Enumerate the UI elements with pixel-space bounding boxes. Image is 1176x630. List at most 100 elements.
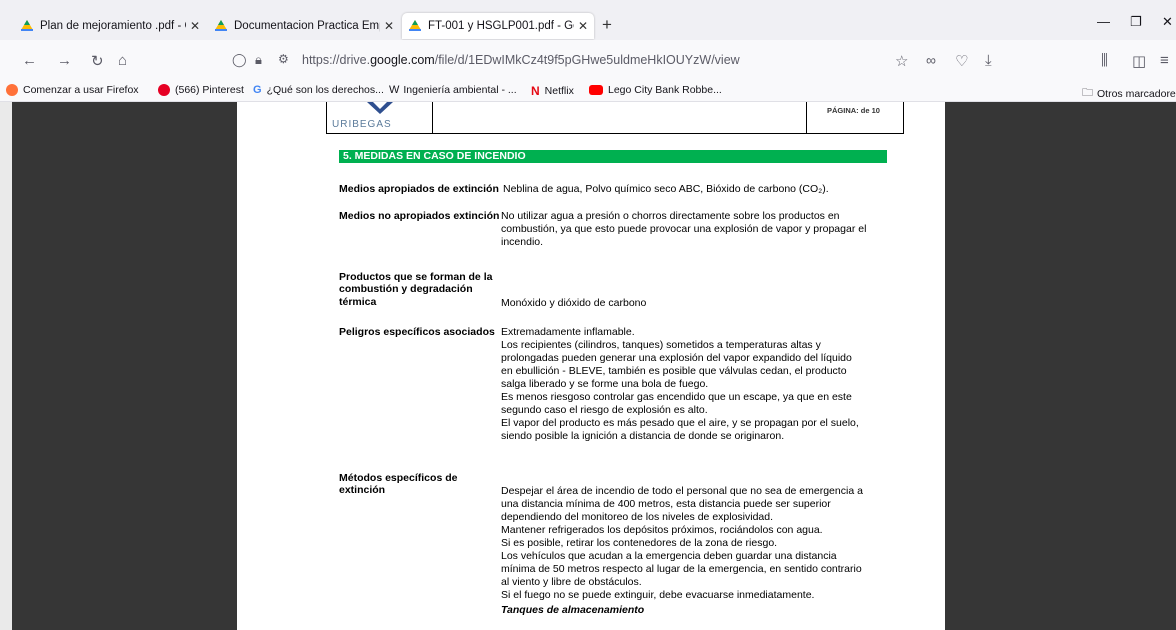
- home-icon[interactable]: ⌂: [118, 52, 127, 69]
- peligros-line-5: salga liberado y se forme una bola de fu…: [501, 378, 709, 390]
- tab-title: Plan de mejoramiento .pdf - Go: [40, 20, 186, 32]
- bookmark-firefox[interactable]: Comenzar a usar Firefox: [6, 84, 139, 96]
- metodos-line-2: una distancia mínima de 400 metros, esta…: [501, 498, 831, 510]
- section-title-bar: 5. MEDIDAS EN CASO DE INCENDIO: [339, 150, 887, 163]
- netflix-icon: N: [531, 84, 540, 98]
- firefox-icon: [6, 84, 18, 96]
- peligros-line-2: Los recipientes (cilindros, tanques) som…: [501, 339, 821, 351]
- shield-icon[interactable]: ◯: [232, 52, 247, 68]
- close-tab-icon[interactable]: ✕: [384, 19, 394, 33]
- lock-icon[interactable]: 🔒︎: [255, 52, 262, 68]
- library-icon[interactable]: ⫼: [1101, 52, 1108, 69]
- section-title: 5. MEDIDAS EN CASO DE INCENDIO: [343, 150, 526, 162]
- permissions-icon[interactable]: ⚙: [278, 52, 289, 66]
- medios-no-line-2: combustión, ya que esto puede provocar u…: [501, 223, 867, 235]
- bookmark-derechos[interactable]: G ¿Qué son los derechos...: [253, 84, 384, 96]
- medios-apropiados-value: Neblina de agua, Polvo químico seco ABC,…: [503, 183, 829, 195]
- peligros-line-4: en ebullición - BLEVE, también es posibl…: [501, 365, 847, 377]
- extension-icon[interactable]: ∞: [926, 52, 936, 68]
- sidebar-icon[interactable]: ◫: [1132, 52, 1146, 70]
- productos-label-line-1: Productos que se forman de la: [339, 271, 493, 283]
- logo-text: URIBEGAS: [332, 119, 392, 130]
- metodos-line-7: mínima de 50 metros respecto al lugar de…: [501, 563, 862, 575]
- new-tab-button[interactable]: +: [602, 15, 612, 35]
- medios-no-line-1: No utilizar agua a presión o chorros dir…: [501, 210, 840, 222]
- metodos-line-9: Si el fuego no se puede extinguir, debe …: [501, 589, 815, 601]
- close-tab-icon[interactable]: ✕: [578, 19, 588, 33]
- metodos-line-8: al viento y libre de obstáculos.: [501, 576, 642, 588]
- page-edge: [0, 102, 12, 630]
- peligros-line-8: El vapor del producto es más pesado que …: [501, 417, 859, 429]
- navigation-bar: ← → ↻ ⌂ ◯ 🔒︎ ⚙ https://drive.google.com/…: [0, 40, 1176, 80]
- productos-label-line-3: térmica: [339, 296, 377, 308]
- company-logo: URIBEGAS: [327, 102, 433, 133]
- close-tab-icon[interactable]: ✕: [190, 19, 200, 33]
- close-window-button[interactable]: ✕: [1162, 14, 1173, 30]
- page-number-label: PÁGINA: de 10: [827, 106, 880, 115]
- tab-ft-001-active[interactable]: FT-001 y HSGLP001.pdf - Googl ✕: [402, 13, 594, 39]
- reload-icon[interactable]: ↻: [91, 52, 104, 70]
- forward-arrow-icon[interactable]: →: [57, 52, 72, 69]
- tab-title: Documentacion Practica Empre: [234, 20, 380, 32]
- bookmark-lego-youtube[interactable]: Lego City Bank Robbe...: [589, 84, 722, 96]
- download-icon[interactable]: ⤓: [985, 52, 992, 69]
- wikipedia-icon: W: [389, 84, 400, 96]
- google-drive-icon: [21, 20, 33, 31]
- tab-documentacion-practica[interactable]: Documentacion Practica Empre ✕: [214, 13, 394, 39]
- productos-value: Monóxido y dióxido de carbono: [501, 297, 647, 309]
- tanques-subheading: Tanques de almacenamiento: [501, 604, 645, 616]
- url-domain: google.com: [370, 53, 435, 67]
- medios-no-line-3: incendio.: [501, 236, 544, 248]
- url-bar[interactable]: https://drive.google.com/file/d/1EDwIMkC…: [302, 53, 740, 67]
- bookmark-label: Lego City Bank Robbe...: [608, 84, 722, 96]
- bookmark-label: Ingeniería ambiental - ...: [403, 84, 517, 96]
- bookmark-star-icon[interactable]: ☆: [895, 52, 908, 70]
- metodos-line-3: dependiendo del monitoreo de los niveles…: [501, 511, 774, 523]
- minimize-button[interactable]: —: [1097, 14, 1110, 29]
- productos-label-line-2: combustión y degradación: [339, 283, 473, 295]
- bookmarks-bar: Comenzar a usar Firefox (566) Pinterest …: [0, 80, 1176, 102]
- url-path: /file/d/1EDwIMkCz4t9f5pGHwe5uldmeHkIOUYz…: [434, 53, 740, 67]
- google-icon: G: [253, 84, 262, 96]
- peligros-line-3: prolongadas pueden generar una explosión…: [501, 352, 852, 364]
- peligros-line-6: Es menos riesgoso controlar gas encendid…: [501, 391, 852, 403]
- google-drive-icon: [215, 20, 227, 31]
- medios-apropiados-label: Medios apropiados de extinción: [339, 183, 499, 195]
- logo-emblem-icon: [367, 102, 393, 114]
- youtube-icon: [589, 85, 603, 95]
- bookmark-label: ¿Qué son los derechos...: [266, 84, 384, 96]
- metodos-line-4: Mantener refrigerados los depósitos próx…: [501, 524, 823, 536]
- metodos-label-line-1: Métodos específicos de: [339, 472, 458, 484]
- pdf-page: URIBEGAS PÁGINA: de 10 5. MEDIDAS EN CAS…: [237, 102, 945, 630]
- tab-title: FT-001 y HSGLP001.pdf - Googl: [428, 20, 574, 32]
- folder-icon: 🗀︎: [1082, 87, 1093, 99]
- pocket-icon[interactable]: ♡: [955, 52, 968, 70]
- tab-strip: Plan de mejoramiento .pdf - Go ✕ Documen…: [0, 0, 1176, 40]
- peligros-line-9: siendo posible la ignición a distancia d…: [501, 430, 785, 442]
- url-prefix: https://drive.: [302, 53, 371, 67]
- peligros-label: Peligros específicos asociados: [339, 326, 495, 338]
- bookmark-netflix[interactable]: N Netflix: [531, 84, 574, 98]
- peligros-line-1: Extremadamente inflamable.: [501, 326, 635, 338]
- medios-no-apropiados-label: Medios no apropiados extinción: [339, 210, 500, 222]
- bookmark-label: Comenzar a usar Firefox: [23, 84, 139, 96]
- bookmark-label: (566) Pinterest: [175, 84, 244, 96]
- pinterest-icon: [158, 84, 170, 96]
- document-header-table: URIBEGAS PÁGINA: de 10: [326, 102, 904, 134]
- peligros-line-7: segundo caso el riesgo de explosión es a…: [501, 404, 708, 416]
- back-arrow-icon[interactable]: ←: [22, 52, 37, 69]
- bookmark-pinterest[interactable]: (566) Pinterest: [158, 84, 244, 96]
- restore-button[interactable]: ❐: [1130, 14, 1142, 30]
- metodos-line-5: Si es posible, retirar los contenedores …: [501, 537, 778, 549]
- google-drive-icon: [409, 20, 421, 31]
- bookmark-label: Netflix: [544, 85, 574, 97]
- metodos-line-1: Despejar el área de incendio de todo el …: [501, 485, 863, 497]
- metodos-label-line-2: extinción: [339, 484, 386, 496]
- page-number-cell: PÁGINA: de 10: [806, 102, 904, 133]
- metodos-line-6: Los vehículos que acudan a la emergencia…: [501, 550, 837, 562]
- menu-icon[interactable]: ≡: [1160, 52, 1169, 69]
- bookmark-ingenieria[interactable]: W Ingeniería ambiental - ...: [389, 84, 517, 96]
- bookmark-label: Otros marcadores: [1097, 87, 1176, 100]
- bookmark-otros-marcadores[interactable]: 🗀︎ Otros marcadores: [1082, 84, 1176, 103]
- tab-plan-de-mejoramiento[interactable]: Plan de mejoramiento .pdf - Go ✕: [20, 13, 200, 39]
